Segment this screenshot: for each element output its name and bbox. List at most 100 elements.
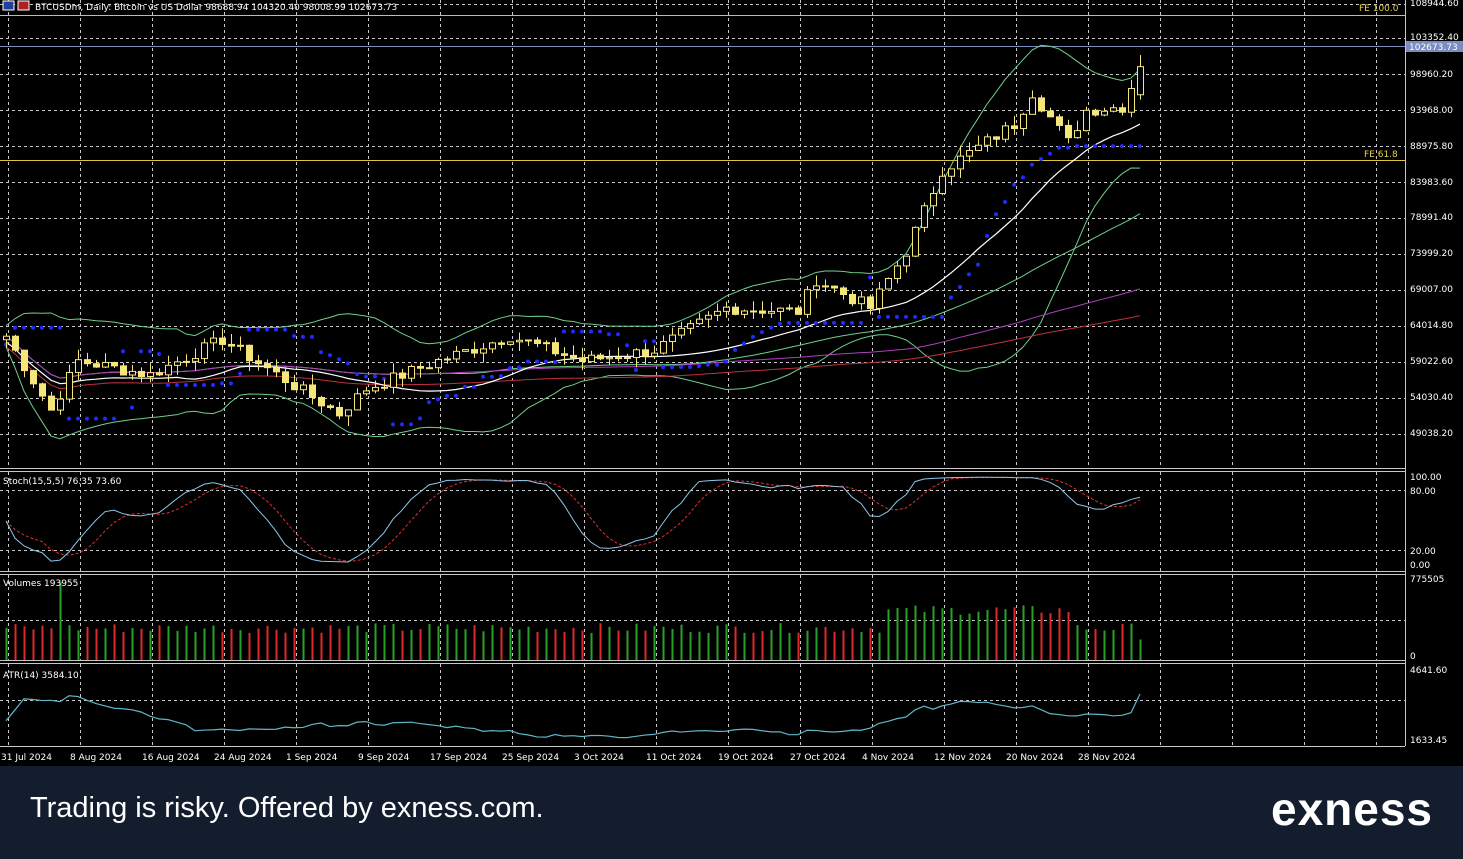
candle-body [318, 396, 325, 407]
candle-body [336, 406, 343, 417]
chart-background [0, 0, 1463, 766]
sar-dot [814, 320, 818, 325]
sar-dot [490, 374, 494, 379]
date-label: 25 Sep 2024 [502, 753, 559, 763]
candle-body [417, 366, 424, 369]
sar-dot [454, 393, 458, 398]
candle-body [210, 337, 217, 344]
candle-body [201, 342, 208, 360]
candle-body [183, 360, 190, 363]
candle-body [867, 296, 874, 309]
price-axis-label: 59022.60 [1410, 357, 1453, 367]
date-label: 1 Sep 2024 [286, 753, 338, 763]
candle-body [885, 278, 892, 290]
price-axis-label: 73999.20 [1410, 249, 1453, 259]
candle-body [543, 342, 550, 345]
candle-body [3, 335, 10, 341]
stoch-axis-100: 100.00 [1410, 473, 1442, 483]
candle-body [309, 384, 316, 398]
sar-dot [1138, 144, 1142, 149]
candle-body [471, 349, 478, 354]
sar-dot [769, 325, 773, 330]
date-label: 20 Nov 2024 [1006, 753, 1064, 763]
chart-title: BTCUSDm, Daily: Bitcoin vs US Dollar 986… [35, 3, 397, 13]
sar-dot [373, 374, 377, 379]
sar-dot [1075, 144, 1079, 149]
fib-618-label: FE 61.8 [1364, 150, 1398, 160]
sar-dot [1102, 144, 1106, 149]
sar-dot [688, 364, 692, 369]
sar-dot [832, 320, 836, 325]
sar-dot [859, 320, 863, 325]
candle-body [579, 357, 586, 363]
candle-body [408, 366, 415, 379]
sar-dot [445, 393, 449, 398]
price-axis-label: 108944.60 [1410, 0, 1459, 9]
candle-body [957, 155, 964, 170]
sar-dot [1003, 199, 1007, 204]
sar-dot [778, 321, 782, 326]
sar-dot [391, 422, 395, 427]
sar-dot [292, 333, 296, 338]
candle-body [300, 384, 307, 391]
sar-dot [346, 361, 350, 366]
sar-dot [805, 320, 809, 325]
date-label: 31 Jul 2024 [1, 753, 52, 763]
candle-body [876, 288, 883, 309]
sar-dot [1012, 182, 1016, 187]
candle-body [759, 310, 766, 314]
candle-body [813, 285, 820, 291]
sar-dot [247, 327, 251, 332]
sar-dot [121, 349, 125, 354]
sar-dot [571, 329, 575, 334]
sar-dot [949, 295, 953, 300]
candle-body [444, 358, 451, 361]
candle-body [390, 372, 397, 388]
sar-dot [463, 384, 467, 389]
candle-body [822, 285, 829, 288]
candle-body [651, 352, 658, 357]
candle-body [102, 362, 109, 368]
sar-dot [508, 365, 512, 370]
candle-body [507, 341, 514, 345]
date-label: 4 Nov 2024 [862, 753, 914, 763]
sar-dot [112, 416, 116, 421]
candle-body [1038, 97, 1045, 112]
sar-dot [40, 325, 44, 330]
candle-body [327, 405, 334, 408]
sar-dot [220, 381, 224, 386]
candle-body [858, 296, 865, 305]
chart-menu-icon[interactable] [2, 0, 15, 11]
sar-dot [85, 416, 89, 421]
sar-dot [940, 314, 944, 319]
date-label: 28 Nov 2024 [1078, 753, 1136, 763]
sar-dot [517, 365, 521, 370]
sar-dot [58, 325, 62, 330]
sar-dot [931, 314, 935, 319]
sar-dot [1021, 175, 1025, 180]
sar-dot [202, 382, 206, 387]
candle-body [48, 395, 55, 411]
candle-body [939, 175, 946, 195]
fib-100-label: FE 100.0 [1359, 4, 1399, 14]
candle-body [525, 339, 532, 342]
candle-body [30, 370, 37, 385]
atr-label: ATR(14) 3584.10 [3, 671, 79, 681]
sar-dot [751, 334, 755, 339]
candle-body [633, 349, 640, 359]
sar-dot [184, 382, 188, 387]
sar-dot [544, 359, 548, 364]
sar-dot [166, 382, 170, 387]
sar-dot [787, 320, 791, 325]
sar-dot [796, 320, 800, 325]
sar-dot [319, 350, 323, 355]
chart-area[interactable]: BTCUSDm, Daily: Bitcoin vs US Dollar 986… [0, 0, 1463, 766]
sar-dot [634, 368, 638, 373]
sar-dot [913, 314, 917, 319]
chart-type-icon[interactable] [17, 0, 30, 11]
candle-body [246, 344, 253, 362]
candle-body [570, 354, 577, 359]
date-label: 17 Sep 2024 [430, 753, 487, 763]
price-axis-label: 64014.80 [1410, 321, 1453, 331]
sar-dot [526, 359, 530, 364]
